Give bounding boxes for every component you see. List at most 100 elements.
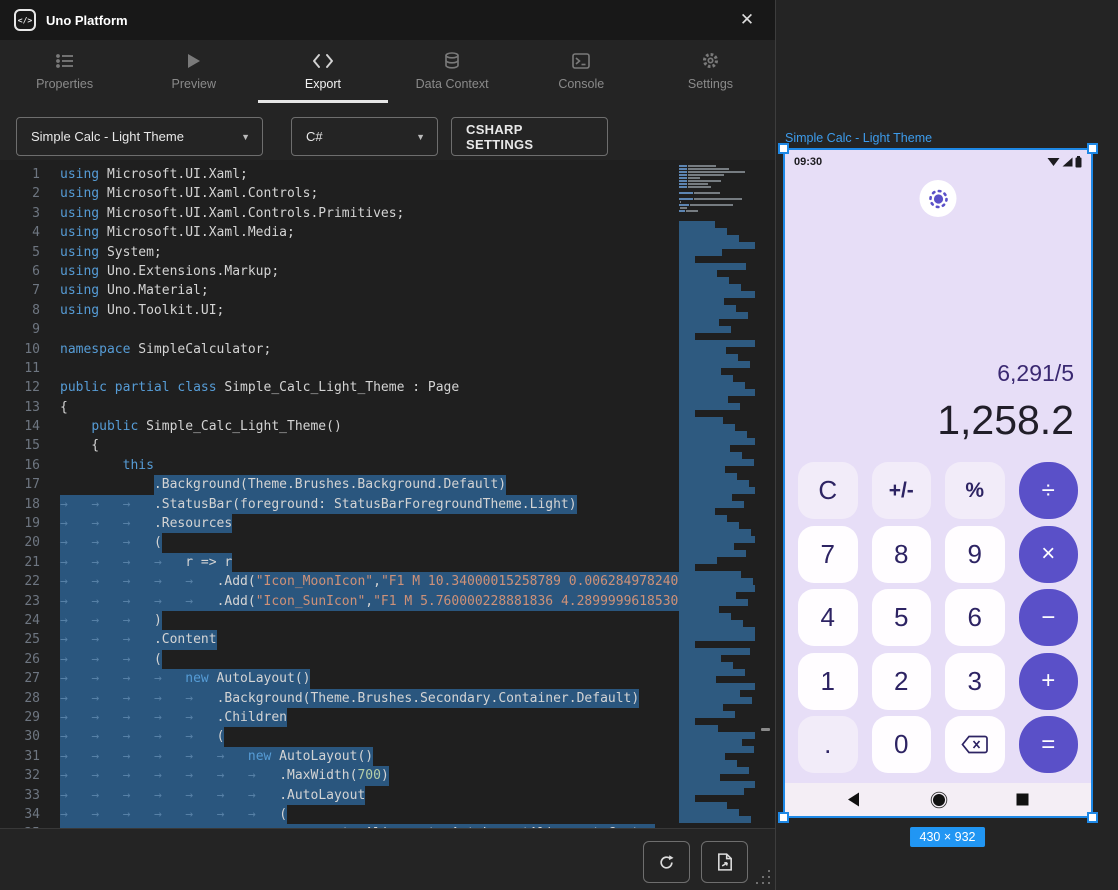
theme-toggle-button[interactable] <box>920 180 957 217</box>
key-backspace[interactable] <box>945 716 1005 773</box>
code-line: 14 public Simple_Calc_Light_Theme() <box>0 417 679 436</box>
device-size-badge: 430 × 932 <box>910 827 986 847</box>
tab-label: Data Context <box>416 77 489 91</box>
code-line: 7using Uno.Material; <box>0 281 679 300</box>
theme-select-dropdown[interactable]: Simple Calc - Light Theme ▼ <box>16 117 263 156</box>
minimap-selection <box>679 221 759 823</box>
code-line: 4using Microsoft.UI.Xaml.Media; <box>0 223 679 242</box>
tab-data-context[interactable]: Data Context <box>388 40 517 103</box>
code-line: 8using Uno.Toolkit.UI; <box>0 301 679 320</box>
code-line: 9 <box>0 320 679 339</box>
code-editor[interactable]: 1using Microsoft.UI.Xaml;2using Microsof… <box>0 160 775 828</box>
tab-label: Properties <box>36 77 93 91</box>
code-line: 28→ → → → → .Background(Theme.Brushes.Se… <box>0 689 679 708</box>
key-0[interactable]: 0 <box>872 716 932 773</box>
resize-grip[interactable] <box>750 862 772 884</box>
code-line: 26→ → → ( <box>0 650 679 669</box>
key-5[interactable]: 5 <box>872 589 932 646</box>
sun-icon <box>927 188 949 210</box>
selection-handle[interactable] <box>778 812 789 823</box>
database-icon <box>444 52 460 72</box>
tab-export[interactable]: Export <box>258 40 387 103</box>
tab-console[interactable]: Console <box>517 40 646 103</box>
terminal-icon <box>572 53 590 72</box>
tab-label: Export <box>305 77 341 91</box>
home-icon[interactable] <box>930 791 948 809</box>
close-icon[interactable]: ✕ <box>735 8 759 32</box>
chevron-down-icon: ▼ <box>416 132 425 142</box>
tab-preview[interactable]: Preview <box>129 40 258 103</box>
display-result: 1,258.2 <box>785 394 1074 446</box>
key-.[interactable]: . <box>798 716 858 773</box>
selection-handle[interactable] <box>1087 812 1098 823</box>
back-icon[interactable] <box>847 792 861 807</box>
device-label[interactable]: Simple Calc - Light Theme <box>785 131 932 145</box>
status-bar: 09:30 <box>785 150 1091 174</box>
code-line: 19→ → → .Resources <box>0 514 679 533</box>
tab-properties[interactable]: Properties <box>0 40 129 103</box>
key-3[interactable]: 3 <box>945 653 1005 710</box>
code-line: 16 this <box>0 456 679 475</box>
code-icon <box>312 53 334 72</box>
design-canvas: Simple Calc - Light Theme 09:30 <box>777 0 1118 890</box>
code-line: 12public partial class Simple_Calc_Light… <box>0 378 679 397</box>
key-+/-[interactable]: +/- <box>872 462 932 519</box>
key-4[interactable]: 4 <box>798 589 858 646</box>
code-line: 1using Microsoft.UI.Xaml; <box>0 165 679 184</box>
scrollbar-thumb[interactable] <box>761 728 770 731</box>
code-line: 29→ → → → → .Children <box>0 708 679 727</box>
battery-icon <box>1075 156 1082 168</box>
key-1[interactable]: 1 <box>798 653 858 710</box>
toolbar: Simple Calc - Light Theme ▼ C# ▼ CSHARP … <box>0 103 775 160</box>
phone-preview[interactable]: 09:30 6,291/5 1,258.2 <box>783 148 1093 818</box>
key-7[interactable]: 7 <box>798 526 858 583</box>
code-line: 22→ → → → → .Add("Icon_MoonIcon","F1 M 1… <box>0 572 679 591</box>
key-8[interactable]: 8 <box>872 526 932 583</box>
language-select-dropdown[interactable]: C# ▼ <box>291 117 438 156</box>
key-2[interactable]: 2 <box>872 653 932 710</box>
key-×[interactable]: × <box>1019 526 1079 583</box>
code-lines: 1using Microsoft.UI.Xaml;2using Microsof… <box>0 165 679 828</box>
code-line: 18→ → → .StatusBar(foreground: StatusBar… <box>0 495 679 514</box>
panel-footer <box>0 828 775 890</box>
code-line: 3using Microsoft.UI.Xaml.Controls.Primit… <box>0 204 679 223</box>
status-time: 09:30 <box>794 156 822 168</box>
csharp-settings-button[interactable]: CSHARP SETTINGS <box>451 117 608 156</box>
code-line: 13{ <box>0 398 679 417</box>
key-=[interactable]: = <box>1019 716 1079 773</box>
code-line: 23→ → → → → .Add("Icon_SunIcon","F1 M 5.… <box>0 592 679 611</box>
key-9[interactable]: 9 <box>945 526 1005 583</box>
tab-settings[interactable]: Settings <box>646 40 775 103</box>
wifi-icon <box>1047 157 1060 167</box>
key-÷[interactable]: ÷ <box>1019 462 1079 519</box>
tabbar: Properties Preview Export Data Context Conso… <box>0 40 775 103</box>
play-icon <box>186 53 201 72</box>
key-6[interactable]: 6 <box>945 589 1005 646</box>
android-navbar <box>785 783 1091 816</box>
selection-handle[interactable] <box>1087 143 1098 154</box>
tab-label: Console <box>558 77 604 91</box>
list-icon <box>56 53 74 72</box>
code-line: 34→ → → → → → → ( <box>0 805 679 824</box>
code-line: 6using Uno.Extensions.Markup; <box>0 262 679 281</box>
code-line: 2using Microsoft.UI.Xaml.Controls; <box>0 184 679 203</box>
recents-icon[interactable] <box>1016 793 1029 806</box>
selection-handle[interactable] <box>778 143 789 154</box>
code-line: 31→ → → → → → new AutoLayout() <box>0 747 679 766</box>
code-line: 25→ → → .Content <box>0 630 679 649</box>
key-+[interactable]: + <box>1019 653 1079 710</box>
tab-label: Preview <box>172 77 216 91</box>
theme-select-value: Simple Calc - Light Theme <box>31 129 184 144</box>
minimap[interactable] <box>679 165 759 825</box>
code-icon: </> <box>14 9 36 31</box>
code-line: 27→ → → → new AutoLayout() <box>0 669 679 688</box>
key-C[interactable]: C <box>798 462 858 519</box>
refresh-icon <box>658 854 675 871</box>
code-line: 5using System; <box>0 243 679 262</box>
export-file-button[interactable] <box>701 841 748 883</box>
key-%[interactable]: % <box>945 462 1005 519</box>
key-−[interactable]: − <box>1019 589 1079 646</box>
code-line: 21→ → → → r => r <box>0 553 679 572</box>
uno-platform-window: </> Uno Platform ✕ PropertiesPreviewExpo… <box>0 0 776 890</box>
refresh-button[interactable] <box>643 841 690 883</box>
